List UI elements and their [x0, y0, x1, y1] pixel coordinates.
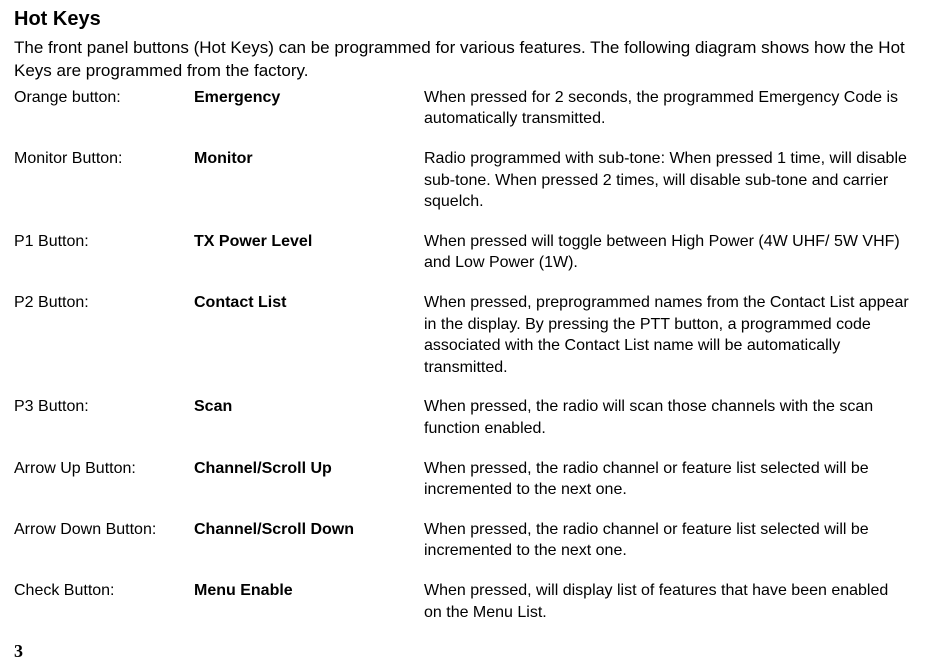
- feature-label: Emergency: [194, 87, 424, 130]
- feature-label: Channel/Scroll Down: [194, 519, 424, 562]
- hotkey-row: Arrow Down Button: Channel/Scroll Down W…: [14, 519, 914, 562]
- intro-paragraph: The front panel buttons (Hot Keys) can b…: [14, 37, 914, 83]
- hotkey-row: Arrow Up Button: Channel/Scroll Up When …: [14, 458, 914, 501]
- feature-description: When pressed, the radio channel or featu…: [424, 458, 914, 501]
- feature-description: When pressed for 2 seconds, the programm…: [424, 87, 914, 130]
- feature-label: Menu Enable: [194, 580, 424, 623]
- button-label: Orange button:: [14, 87, 194, 130]
- feature-description: When pressed, will display list of featu…: [424, 580, 914, 623]
- hotkey-row: Orange button: Emergency When pressed fo…: [14, 87, 914, 130]
- button-label: P3 Button:: [14, 396, 194, 439]
- feature-label: Monitor: [194, 148, 424, 213]
- feature-description: When pressed, the radio channel or featu…: [424, 519, 914, 562]
- feature-description: When pressed, the radio will scan those …: [424, 396, 914, 439]
- button-label: Arrow Up Button:: [14, 458, 194, 501]
- hotkey-row: P2 Button: Contact List When pressed, pr…: [14, 292, 914, 378]
- button-label: Check Button:: [14, 580, 194, 623]
- feature-label: TX Power Level: [194, 231, 424, 274]
- button-label: Arrow Down Button:: [14, 519, 194, 562]
- button-label: P1 Button:: [14, 231, 194, 274]
- page-number: 3: [14, 641, 914, 662]
- feature-label: Channel/Scroll Up: [194, 458, 424, 501]
- feature-label: Contact List: [194, 292, 424, 378]
- feature-description: When pressed, preprogrammed names from t…: [424, 292, 914, 378]
- feature-label: Scan: [194, 396, 424, 439]
- button-label: P2 Button:: [14, 292, 194, 378]
- feature-description: Radio programmed with sub-tone: When pre…: [424, 148, 914, 213]
- page-title: Hot Keys: [14, 8, 914, 31]
- hotkey-row: P3 Button: Scan When pressed, the radio …: [14, 396, 914, 439]
- button-label: Monitor Button:: [14, 148, 194, 213]
- hotkey-row: Monitor Button: Monitor Radio programmed…: [14, 148, 914, 213]
- feature-description: When pressed will toggle between High Po…: [424, 231, 914, 274]
- hotkey-row: P1 Button: TX Power Level When pressed w…: [14, 231, 914, 274]
- hotkey-row: Check Button: Menu Enable When pressed, …: [14, 580, 914, 623]
